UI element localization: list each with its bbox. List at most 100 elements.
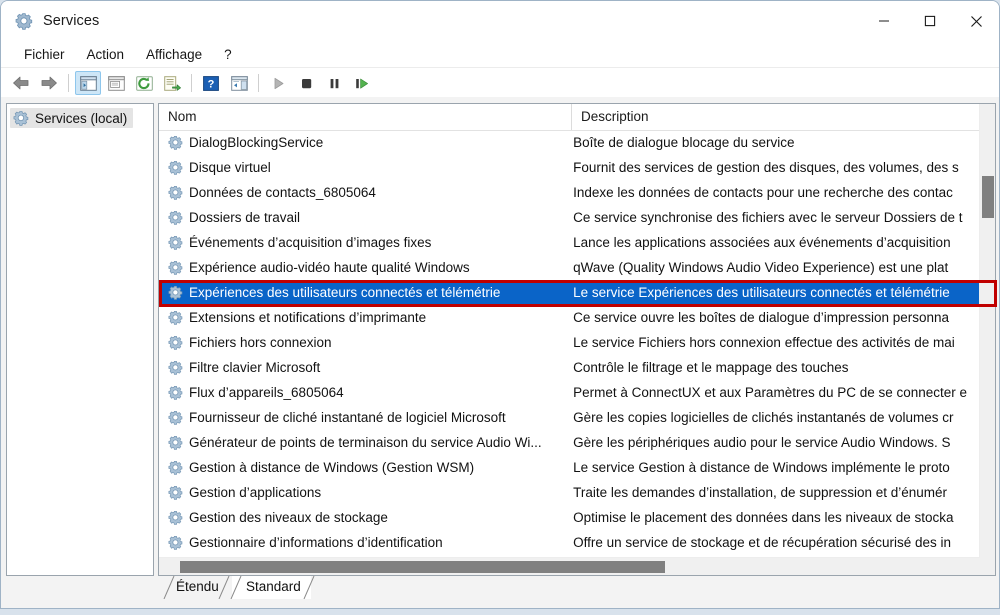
pause-service-icon [330, 78, 338, 88]
service-gear-icon [168, 236, 183, 250]
vertical-scrollbar[interactable] [979, 104, 995, 575]
maximize-button[interactable] [907, 1, 953, 41]
service-name-cell: Dossiers de travail [159, 210, 564, 225]
service-description-cell: Boîte de dialogue blocage du service [573, 135, 795, 150]
service-name-label: DialogBlockingService [189, 135, 324, 150]
service-gear-icon [168, 436, 183, 450]
minimize-icon [879, 20, 889, 22]
toolbar: ? [1, 68, 999, 99]
service-gear-icon [168, 311, 183, 325]
refresh-button[interactable] [131, 71, 157, 95]
service-gear-icon [168, 361, 183, 375]
list-header-row: Nom Description [159, 104, 995, 131]
service-description-cell: Indexe les données de contacts pour une … [573, 185, 953, 200]
tab-etendu[interactable]: Étendu [163, 576, 230, 599]
restart-service-button[interactable] [349, 71, 375, 95]
table-row[interactable]: Disque virtuel Fournit des services de ge… [159, 155, 979, 180]
table-row[interactable]: Générateur de points de terminaison du s… [159, 430, 979, 455]
help-button[interactable]: ? [198, 71, 224, 95]
table-row[interactable]: Fichiers hors connexion Le service Fichie… [159, 330, 979, 355]
horizontal-scrollbar-thumb[interactable] [180, 561, 665, 573]
service-name-label: Dossiers de travail [189, 210, 301, 225]
table-row[interactable]: Gestionnaire d’informations d’identifica… [159, 530, 979, 550]
stop-service-button[interactable] [293, 71, 319, 95]
service-gear-icon [168, 286, 183, 300]
menu-affichage[interactable]: Affichage [135, 45, 213, 64]
tab-right-edge [218, 576, 231, 599]
console-body: Services (local) Nom Description DialogB… [1, 97, 999, 608]
table-row[interactable]: Expériences des utilisateurs connectés e… [159, 280, 979, 305]
service-description-cell: Permet à ConnectUX et aux Paramètres du … [573, 385, 968, 400]
forward-button[interactable] [36, 71, 62, 95]
service-name-cell: DialogBlockingService [159, 135, 564, 150]
start-service-button[interactable] [265, 71, 291, 95]
horizontal-scrollbar[interactable] [159, 557, 979, 575]
service-name-label: Gestionnaire d’informations d’identifica… [189, 535, 443, 550]
service-name-label: Données de contacts_6805064 [189, 185, 376, 200]
desktop-backdrop: Services Fichier Action Affichage ? ? Se… [0, 0, 1000, 615]
services-list-pane: Nom Description DialogBlockingService Boî… [158, 103, 996, 576]
column-header-description[interactable]: Description [572, 104, 995, 130]
service-gear-icon [168, 161, 183, 175]
table-row[interactable]: Extensions et notifications d’imprimante… [159, 305, 979, 330]
table-row[interactable]: Données de contacts_6805064 Indexe les do… [159, 180, 979, 205]
table-row[interactable]: Filtre clavier Microsoft Contrôle le filt… [159, 355, 979, 380]
show-console-tree-icon [79, 75, 97, 91]
service-description-cell: Optimise le placement des données dans l… [573, 510, 954, 525]
table-row[interactable]: Événements d’acquisition d’images fixes L… [159, 230, 979, 255]
services-gear-icon [15, 13, 33, 30]
service-name-cell: Fichiers hors connexion [159, 335, 564, 350]
show-hide-action-pane-icon [230, 75, 248, 91]
close-button[interactable] [953, 1, 999, 41]
service-name-cell: Événements d’acquisition d’images fixes [159, 235, 564, 250]
forward-arrow-icon [41, 76, 57, 90]
services-window: Services Fichier Action Affichage ? ? Se… [0, 0, 1000, 609]
tree-node-services-local[interactable]: Services (local) [10, 108, 134, 128]
service-name-label: Fichiers hors connexion [189, 335, 332, 350]
service-gear-icon [168, 461, 183, 475]
table-row[interactable]: Gestion d’applications Traite les demande… [159, 480, 979, 505]
export-list-button[interactable] [159, 71, 185, 95]
console-tree-pane: Services (local) [6, 103, 154, 576]
tab-standard[interactable]: Standard [230, 576, 315, 599]
service-description-cell: Lance les applications associées aux évé… [573, 235, 951, 250]
service-gear-icon [168, 411, 183, 425]
table-row[interactable]: Fournisseur de cliché instantané de logi… [159, 405, 979, 430]
table-row[interactable]: Gestion à distance de Windows (Gestion W… [159, 455, 979, 480]
show-hide-action-pane-button[interactable] [226, 71, 252, 95]
service-description-cell: Le service Fichiers hors connexion effec… [573, 335, 955, 350]
menu-aide[interactable]: ? [213, 45, 243, 64]
properties-button[interactable] [103, 71, 129, 95]
back-button[interactable] [8, 71, 34, 95]
service-description-cell: Traite les demandes d’installation, de s… [573, 485, 948, 500]
service-name-label: Gestion à distance de Windows (Gestion W… [189, 460, 475, 475]
service-name-cell: Gestion des niveaux de stockage [159, 510, 564, 525]
restart-service-icon [355, 78, 368, 89]
start-service-icon [274, 77, 283, 89]
pause-service-button[interactable] [321, 71, 347, 95]
menu-fichier[interactable]: Fichier [13, 45, 76, 64]
services-gear-icon [13, 111, 29, 126]
service-name-label: Extensions et notifications d’imprimante [189, 310, 427, 325]
close-icon [970, 15, 982, 27]
service-description-cell: Fournit des services de gestion des disq… [573, 160, 959, 175]
column-header-nom[interactable]: Nom [159, 104, 572, 130]
table-row[interactable]: DialogBlockingService Boîte de dialogue b… [159, 130, 979, 155]
minimize-button[interactable] [861, 1, 907, 41]
service-gear-icon [168, 136, 183, 150]
vertical-scrollbar-thumb[interactable] [982, 176, 994, 218]
help-icon: ? [203, 75, 219, 91]
service-description-cell: Contrôle le filtrage et le mappage des t… [573, 360, 849, 375]
menu-action[interactable]: Action [76, 45, 136, 64]
scrollbar-corner [979, 558, 995, 575]
table-row[interactable]: Expérience audio-vidéo haute qualité Win… [159, 255, 979, 280]
table-row[interactable]: Flux d’appareils_6805064 Permet à Connect… [159, 380, 979, 405]
tree-node-label: Services (local) [35, 110, 128, 126]
services-rows[interactable]: DialogBlockingService Boîte de dialogue b… [159, 130, 979, 550]
show-console-tree-button[interactable] [75, 71, 101, 95]
table-row[interactable]: Gestion des niveaux de stockage Optimise … [159, 505, 979, 530]
service-name-label: Disque virtuel [189, 160, 271, 175]
table-row[interactable]: Dossiers de travail Ce service synchronis… [159, 205, 979, 230]
service-name-cell: Flux d’appareils_6805064 [159, 385, 564, 400]
service-description-cell: Offre un service de stockage et de récup… [573, 535, 952, 550]
